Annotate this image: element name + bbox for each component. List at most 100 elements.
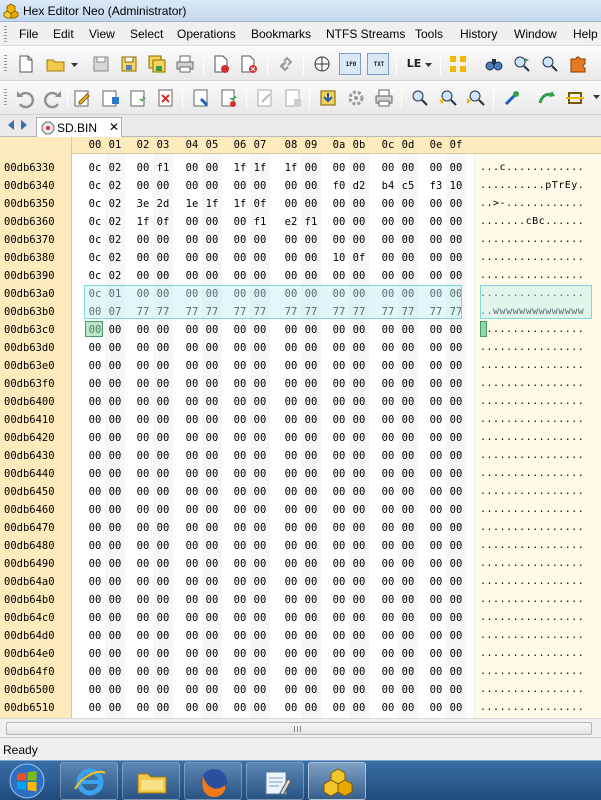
hex-byte[interactable]: 00 [378, 340, 398, 356]
hex-byte[interactable]: 00 [378, 484, 398, 500]
hex-byte[interactable]: 00 [301, 628, 321, 644]
hex-byte[interactable]: 00 [301, 430, 321, 446]
hex-byte[interactable]: 00 [105, 430, 125, 446]
hex-byte[interactable]: 00 [85, 520, 105, 536]
hex-byte[interactable]: 00 [281, 502, 301, 518]
hex-byte[interactable]: 00 [202, 700, 222, 716]
row-text[interactable]: ................ [480, 376, 590, 392]
toolbar-grip[interactable] [4, 55, 7, 73]
tools-button[interactable] [501, 87, 523, 109]
hex-byte[interactable]: 00 [329, 268, 349, 284]
hex-byte[interactable]: 00 [133, 358, 153, 374]
hex-byte[interactable]: 0f [349, 250, 369, 266]
hex-byte[interactable]: 02 [105, 196, 125, 212]
hex-byte[interactable]: 00 [105, 628, 125, 644]
hex-byte[interactable]: 00 [153, 664, 173, 680]
hex-byte[interactable]: 00 [301, 394, 321, 410]
hex-byte[interactable]: 00 [378, 268, 398, 284]
hex-byte[interactable]: 00 [398, 268, 418, 284]
hex-byte[interactable]: 00 [398, 322, 418, 338]
hex-byte[interactable]: 00 [301, 268, 321, 284]
hex-byte[interactable]: 00 [230, 538, 250, 554]
hex-byte[interactable]: 00 [446, 592, 466, 608]
hex-byte[interactable]: 00 [301, 682, 321, 698]
find-button[interactable] [483, 53, 505, 75]
hex-byte[interactable]: 00 [426, 466, 446, 482]
hex-byte[interactable]: 00 [133, 484, 153, 500]
hex-byte[interactable]: 00 [281, 196, 301, 212]
hex-byte[interactable]: 00 [250, 484, 270, 500]
hex-byte[interactable]: 00 [202, 376, 222, 392]
hex-byte[interactable]: 00 [281, 556, 301, 572]
hex-byte[interactable]: 00 [281, 520, 301, 536]
hex-byte[interactable]: 00 [230, 340, 250, 356]
hex-byte[interactable]: 0c [85, 196, 105, 212]
row-text[interactable]: ................ [480, 484, 590, 500]
hex-byte[interactable]: 00 [133, 232, 153, 248]
row-text[interactable]: ................ [480, 268, 590, 284]
hex-byte[interactable]: 00 [446, 430, 466, 446]
hex-byte[interactable]: 00 [426, 340, 446, 356]
hex-byte[interactable]: 00 [378, 700, 398, 716]
hex-byte[interactable]: 00 [426, 430, 446, 446]
hex-byte[interactable]: 00 [398, 664, 418, 680]
hex-byte[interactable]: 00 [250, 340, 270, 356]
hex-byte[interactable]: 00 [446, 196, 466, 212]
hex-byte[interactable]: 00 [349, 160, 369, 176]
hex-byte[interactable]: 00 [349, 484, 369, 500]
hex-byte[interactable]: 00 [349, 376, 369, 392]
hex-byte[interactable]: 00 [230, 250, 250, 266]
hex-byte[interactable]: 00 [329, 160, 349, 176]
row-text[interactable]: ................ [480, 322, 590, 338]
hex-byte[interactable]: 00 [301, 520, 321, 536]
hex-byte[interactable]: 00 [230, 466, 250, 482]
row-text[interactable]: ................ [480, 592, 590, 608]
hex-byte[interactable]: 00 [85, 340, 105, 356]
find-next-occurrence-button[interactable] [465, 87, 487, 109]
hex-byte[interactable]: 00 [202, 646, 222, 662]
hex-byte[interactable]: 00 [153, 394, 173, 410]
hex-byte[interactable]: 00 [329, 196, 349, 212]
hex-byte[interactable]: 00 [329, 340, 349, 356]
hex-byte[interactable]: 00 [85, 592, 105, 608]
zoom-button[interactable] [409, 87, 431, 109]
hex-byte[interactable]: 00 [329, 556, 349, 572]
hex-byte[interactable]: 00 [349, 502, 369, 518]
hex-byte[interactable]: 00 [398, 214, 418, 230]
hex-byte[interactable]: 00 [182, 592, 202, 608]
hex-byte[interactable]: 00 [446, 232, 466, 248]
hex-view-toggle[interactable]: 1F0 [339, 53, 361, 75]
hex-byte[interactable]: 00 [250, 268, 270, 284]
hex-byte[interactable]: 00 [202, 520, 222, 536]
hex-byte[interactable]: 00 [426, 484, 446, 500]
hex-byte[interactable]: 00 [202, 466, 222, 482]
horizontal-scrollbar[interactable] [0, 718, 601, 737]
hex-byte[interactable]: 00 [230, 394, 250, 410]
hex-byte[interactable]: 00 [153, 520, 173, 536]
hex-byte[interactable]: 00 [329, 520, 349, 536]
hex-byte[interactable]: 00 [281, 592, 301, 608]
hex-byte[interactable]: 00 [446, 556, 466, 572]
hex-byte[interactable]: 00 [133, 628, 153, 644]
hex-byte[interactable]: 00 [202, 682, 222, 698]
hex-byte[interactable]: 00 [329, 646, 349, 662]
hex-byte[interactable]: 00 [398, 520, 418, 536]
hex-byte[interactable]: 00 [398, 502, 418, 518]
hex-byte[interactable]: c5 [398, 178, 418, 194]
hex-byte[interactable]: 00 [230, 574, 250, 590]
hex-byte[interactable]: b4 [378, 178, 398, 194]
menu-ntfs-streams[interactable]: NTFS Streams [326, 27, 405, 41]
menu-operations[interactable]: Operations [177, 27, 236, 41]
hex-byte[interactable]: 00 [446, 412, 466, 428]
hex-byte[interactable]: 00 [202, 628, 222, 644]
hex-byte[interactable]: 02 [105, 160, 125, 176]
row-text[interactable]: ................ [480, 682, 590, 698]
hex-byte[interactable]: 00 [446, 502, 466, 518]
hex-byte[interactable]: 00 [398, 646, 418, 662]
hex-byte[interactable]: 00 [446, 682, 466, 698]
row-text[interactable]: ................ [480, 538, 590, 554]
hex-byte[interactable]: 00 [182, 538, 202, 554]
hex-byte[interactable]: 00 [398, 466, 418, 482]
hex-byte[interactable]: 00 [301, 340, 321, 356]
hex-byte[interactable]: 00 [202, 394, 222, 410]
